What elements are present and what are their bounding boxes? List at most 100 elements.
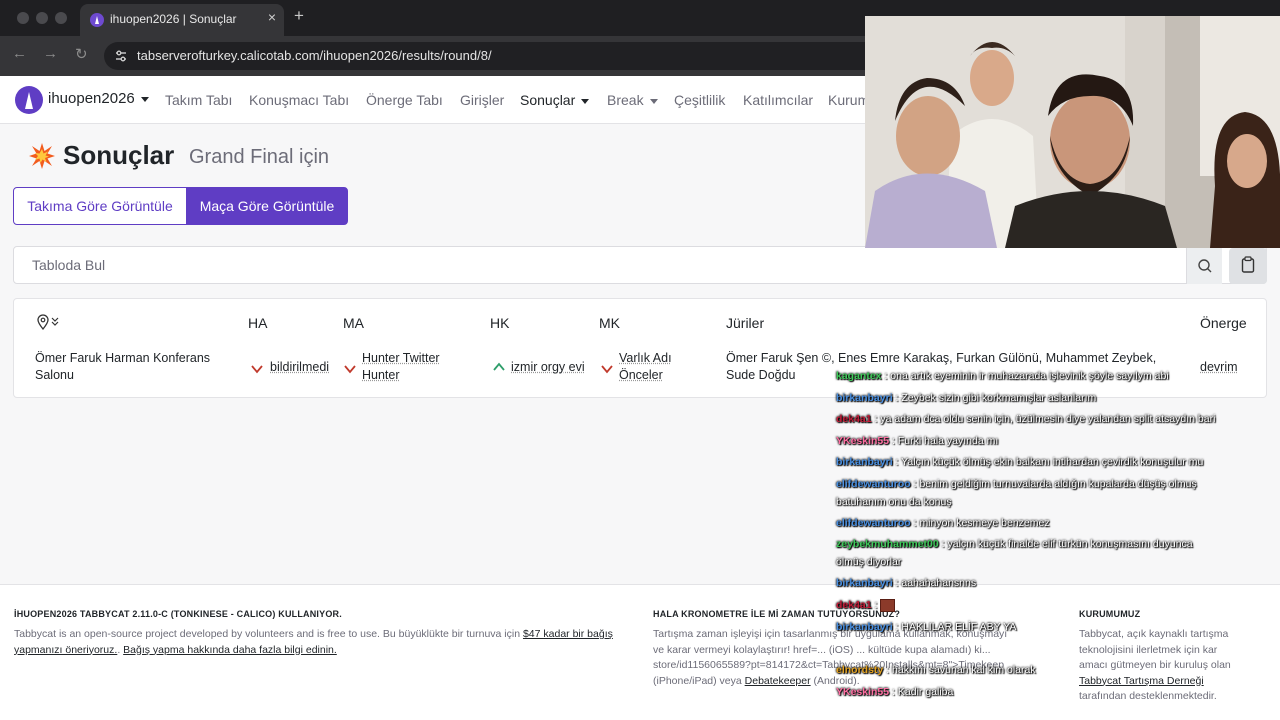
tab-close-icon[interactable]: × [268,9,276,25]
col-header-ma[interactable]: MA [343,315,364,331]
webcam-overlay [865,16,1280,248]
footer-text: tarafından desteklenmektedir. [1079,690,1217,702]
new-tab-icon[interactable]: + [294,6,304,26]
footer-text: teknolojisini ilerletmek için kar [1079,643,1218,656]
clipboard-icon [1241,256,1255,273]
col-header-hk[interactable]: HK [490,315,509,331]
col-header-juries[interactable]: Jüriler [726,315,764,331]
nav-entries[interactable]: Girişler [460,92,504,108]
site-info-icon[interactable] [114,49,128,63]
tabbycat-favicon-icon [90,13,104,27]
chat-text: Yalçın küçük ölmüş ekin balkanı intihard… [901,456,1204,468]
nav-diversity[interactable]: Çeşitlilik [674,92,725,108]
chat-username: birkanbayri [836,577,893,589]
venue-sort-icon[interactable] [36,314,64,330]
chat-username: elifdewanturoo [836,517,911,529]
search-button[interactable] [1186,246,1222,284]
forward-icon[interactable]: → [43,45,58,62]
chat-message: YKeskin55 : Furki hala yayında mı [836,435,999,447]
team-mk-line: Varlık Adı [619,351,672,365]
chat-text: hakkını savunan kal kim olarak [892,664,1036,676]
footer-org-heading: KURUMUMUZ [1079,609,1141,619]
loss-chevron-icon [344,365,356,374]
footer-text: ve karar vermeyi kolaylaştırır! href=...… [653,643,991,656]
nav-motion-tab[interactable]: Önerge Tabı [366,92,443,108]
chat-text: HAKLILAR ELİF ABY YA [901,621,1017,633]
tournament-menu[interactable]: ihuopen2026 [48,90,149,107]
footer-timekeeper-text: Tartışma zaman işleyişi için tasarlanmış… [653,627,1063,689]
nav-break-label: Break [607,92,644,108]
chat-text: yalçın küçük finalde elif türkün konuşma… [947,538,1193,550]
nav-break-menu[interactable]: Break [607,92,658,108]
nav-team-tab[interactable]: Takım Tabı [165,92,232,108]
footer-donation-text: Tabbycat is an open-source project devel… [14,627,629,658]
chat-username: dek4a1 [836,413,872,425]
webcam-scene [865,16,1280,248]
chat-text: Zeybek sizin gibi korkmamışlar aslanları… [901,392,1097,404]
nav-results-menu[interactable]: Sonuçlar [520,92,590,108]
chat-username: YKeskin55 [836,686,890,698]
team-ha[interactable]: bildirilmedi [270,359,329,376]
search-icon [1198,259,1212,273]
tabbycat-logo-icon[interactable] [15,86,43,114]
venue-line: Ömer Faruk Harman Konferans [35,351,211,365]
chat-text: batuhanım onu da konuş [836,496,952,508]
col-header-mk[interactable]: MK [599,315,620,331]
col-header-motion[interactable]: Önerge [1200,315,1247,331]
chat-message: zeybekmuhammet00 : yalçın küçük finalde … [836,538,1193,568]
tabbycat-association-link[interactable]: Tabbycat Tartışma Derneği [1079,675,1204,687]
chat-text: aahahahansnns [901,577,977,589]
team-ma-line: Hunter Twitter [362,351,440,365]
copy-table-button[interactable] [1229,248,1267,284]
team-mk[interactable]: Varlık Adı Önceler [619,350,672,384]
chat-message: YKeskin55 : Kadir galiba [836,686,954,698]
footer-text: Tabbycat, açık kaynaklı tartışma [1079,628,1229,640]
view-by-match-button[interactable]: Maça Göre Görüntüle [186,187,348,225]
venue-cell: Ömer Faruk Harman Konferans Salonu [35,350,235,384]
nav-results-label: Sonuçlar [520,92,576,108]
chat-username: kagantex [836,370,882,382]
window-minimize-dot[interactable] [36,12,48,24]
window-close-dot[interactable] [17,12,29,24]
reload-icon[interactable]: ↻ [75,45,88,63]
chat-message: dek4a1 : [836,596,896,614]
nav-participants[interactable]: Katılımcılar [743,92,813,108]
page-subtitle: Grand Final için [189,146,330,168]
loss-chevron-icon [251,365,263,374]
browser-tab[interactable]: ihuopen2026 | Sonuçlar × [80,4,284,36]
view-by-team-button[interactable]: Takıma Göre Görüntüle [13,187,187,225]
footer-text: amacı gütmeyen bir kuruluş olan [1079,659,1231,671]
nav-speaker-tab[interactable]: Konuşmacı Tabı [249,92,349,108]
team-hk[interactable]: izmir orgy evi [511,359,585,376]
col-header-ha[interactable]: HA [248,315,267,331]
chevron-down-icon [140,96,149,102]
window-zoom-dot[interactable] [55,12,67,24]
chat-text: Furki hala yayında mı [897,435,999,447]
team-ma-line: Hunter [362,368,400,382]
footer-version-heading: İHUOPEN2026 TABBYCAT 2.11.0-C (TONKINESE… [14,609,342,619]
chat-username: birkanbayri [836,456,893,468]
chat-username: YKeskin55 [836,435,890,447]
chat-text: minyon kesmeye benzemez [919,517,1050,529]
chat-message: birkanbayri : Yalçın küçük ölmüş ekin ba… [836,456,1204,468]
team-ma[interactable]: Hunter Twitter Hunter [362,350,440,384]
debatekeeper-link[interactable]: Debatekeeper [745,675,811,687]
chat-text: ya adam dca oldu senin için, üzülmesin d… [880,413,1216,425]
donation-info-link[interactable]: Bağış yapma hakkında daha fazla bilgi ed… [123,644,337,656]
chat-message: elifdewanturoo : minyon kesmeye benzemez [836,517,1050,529]
page-title: Sonuçlar [63,140,175,170]
tab-title: ihuopen2026 | Sonuçlar [110,12,237,26]
back-icon[interactable]: ← [12,45,27,62]
chat-username: dek4a1 [836,599,872,611]
chat-message: elifdewanturoo : benim geldiğim turnuval… [836,478,1197,508]
chat-username: elifdewanturoo [836,478,911,490]
chat-message: kagantex : ona artık eyeminin ir muhazar… [836,370,1169,382]
motion-cell[interactable]: devrim [1200,359,1238,376]
table-search-input[interactable] [14,247,1186,283]
chat-text: ona artık eyeminin ir muhazarada işlevin… [890,370,1169,382]
chat-message: birkanbayri : Zeybek sizin gibi korkmamı… [836,392,1097,404]
juries-line: Ömer Faruk Şen ©, Enes Emre Karakaş, Fur… [726,351,1157,365]
nav-institutions[interactable]: Kurum [828,92,869,108]
footer-text: Tabbycat is an open-source project devel… [14,628,523,640]
tournament-name: ihuopen2026 [48,90,135,107]
